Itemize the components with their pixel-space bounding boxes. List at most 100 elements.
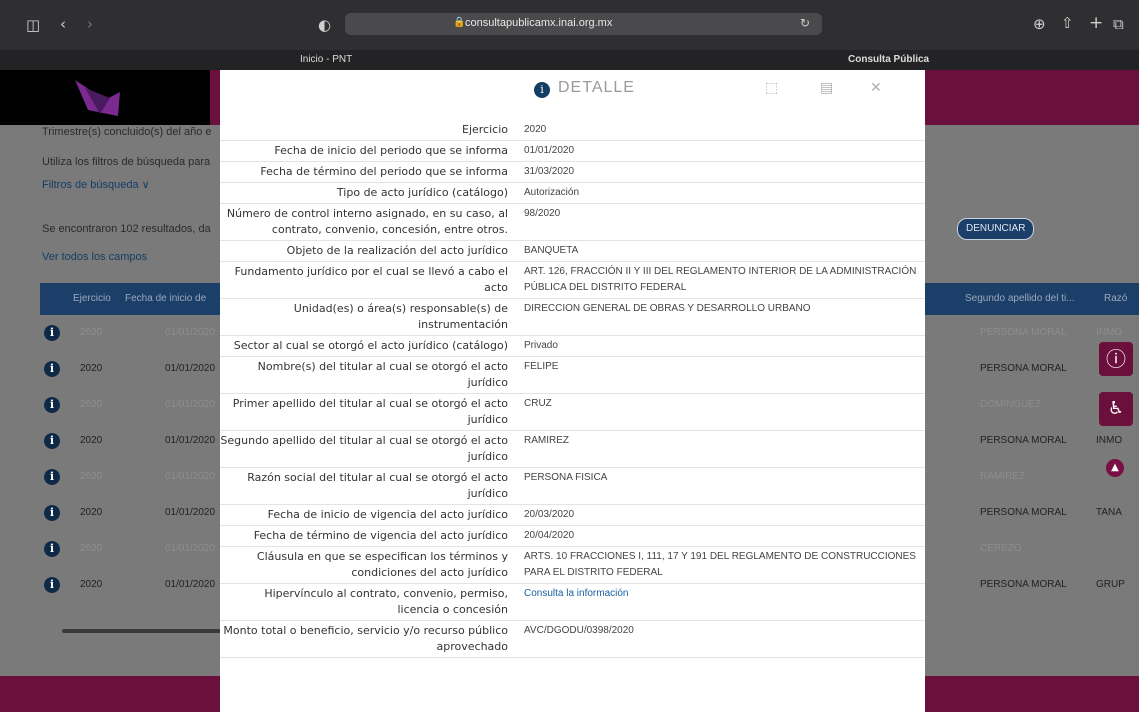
detail-row: Fecha de término del periodo que se info… — [220, 162, 925, 183]
accessibility-icon[interactable]: ♿ — [1099, 392, 1133, 426]
info-icon[interactable]: i — [44, 469, 60, 485]
field-value: AVC/DGODU/0398/2020 — [524, 625, 634, 636]
cell-segundo-apellido: PERSONA MORAL — [980, 507, 1067, 518]
field-label: Tipo de acto jurídico (catálogo) — [336, 186, 508, 199]
tab-consulta[interactable]: Consulta Pública — [848, 54, 929, 65]
cell-fecha: 01/01/2020 — [165, 579, 216, 590]
detail-row: Fundamento jurídico por el cual se llevó… — [220, 262, 925, 299]
field-label: Fecha de término de vigencia del acto ju… — [253, 529, 508, 542]
cell-ejercicio: 2020 — [80, 543, 103, 554]
detail-row: Fecha de término de vigencia del acto ju… — [220, 526, 925, 547]
detail-row: Nombre(s) del titular al cual se otorgó … — [220, 357, 925, 394]
field-label: Fecha de término del periodo que se info… — [260, 165, 508, 178]
results-text: Se encontraron 102 resultados, da — [42, 223, 211, 235]
info-icon[interactable]: i — [44, 361, 60, 377]
field-link[interactable]: Consulta la información — [516, 584, 925, 620]
cell-segundo-apellido: DOMINGUEZ — [980, 399, 1042, 410]
all-fields-link[interactable]: Ver todos los campos — [42, 251, 147, 263]
field-label: Fundamento jurídico por el cual se llevó… — [234, 265, 508, 294]
back-icon[interactable]: ‹ — [60, 17, 66, 32]
download-icon[interactable]: ⊕ — [1033, 17, 1046, 32]
tab-overview-icon[interactable]: ⧉ — [1113, 17, 1124, 32]
scroll-up-icon[interactable]: ▲ — [1106, 459, 1124, 477]
detail-row: Hipervínculo al contrato, convenio, perm… — [220, 584, 925, 621]
filters-link[interactable]: Filtros de búsqueda ∨ — [42, 178, 150, 191]
cell-ejercicio: 2020 — [80, 471, 103, 482]
field-value: FELIPE — [524, 361, 559, 372]
field-value: CRUZ — [524, 398, 552, 409]
field-value: ARTS. 10 FRACCIONES I, 111, 17 Y 191 DEL… — [524, 551, 916, 578]
denunciar-button[interactable]: DENUNCIAR — [957, 218, 1035, 240]
cell-razon: INMO — [1096, 435, 1123, 446]
cell-razon: INMO — [1096, 327, 1123, 338]
alert-icon[interactable]: ⓘ — [1099, 342, 1133, 376]
field-value: 2020 — [524, 124, 547, 135]
detail-row: Monto total o beneficio, servicio y/o re… — [220, 621, 925, 658]
detail-row: Sector al cual se otorgó el acto jurídic… — [220, 336, 925, 357]
field-value: PERSONA FISICA — [524, 472, 608, 483]
cell-segundo-apellido: PERSONA MORAL — [980, 579, 1067, 590]
print-icon[interactable]: ▤ — [820, 80, 833, 96]
close-icon[interactable]: ✕ — [870, 80, 882, 96]
site-logo — [0, 70, 210, 125]
cell-fecha: 01/01/2020 — [165, 363, 216, 374]
field-value: Privado — [524, 340, 558, 351]
privacy-icon[interactable]: ◐ — [318, 18, 331, 33]
new-tab-icon[interactable]: + — [1089, 15, 1103, 32]
sidebar-icon[interactable]: ◫ — [26, 18, 40, 33]
tab-bar: Inicio - PNT Consulta Pública — [0, 50, 1139, 70]
share-icon[interactable]: ⇧ — [1061, 16, 1074, 31]
field-value: ART. 126, FRACCIÓN II Y III DEL REGLAMEN… — [524, 266, 917, 293]
address-bar[interactable]: 🔒 consultapublicamx.inai.org.mx ↻ — [345, 13, 822, 35]
reload-icon[interactable]: ↻ — [800, 17, 810, 29]
cell-fecha: 01/01/2020 — [165, 471, 216, 482]
field-label: Primer apellido del titular al cual se o… — [232, 397, 508, 426]
info-icon[interactable]: i — [44, 397, 60, 413]
column-ejercicio[interactable]: Ejercicio — [73, 293, 111, 304]
info-icon[interactable]: i — [44, 505, 60, 521]
field-value: 20/03/2020 — [524, 509, 575, 520]
cell-razon: GRUP — [1096, 579, 1125, 590]
field-value: 31/03/2020 — [524, 166, 575, 177]
field-label: Razón social del titular al cual se otor… — [247, 471, 508, 500]
detail-row: Ejercicio 2020 — [220, 120, 925, 141]
field-label: Unidad(es) o área(s) responsable(s) de i… — [293, 302, 508, 331]
field-value: BANQUETA — [524, 245, 579, 256]
field-label: Fecha de inicio del periodo que se infor… — [274, 144, 508, 157]
field-label: Monto total o beneficio, servicio y/o re… — [223, 624, 508, 653]
cell-razon: TANA — [1096, 507, 1122, 518]
field-label: Ejercicio — [462, 123, 508, 136]
detail-row: Fecha de inicio de vigencia del acto jur… — [220, 505, 925, 526]
table-scrollbar[interactable] — [62, 629, 222, 633]
detail-row: Cláusula en que se especifican los térmi… — [220, 547, 925, 584]
column-fecha[interactable]: Fecha de inicio de — [125, 293, 206, 304]
info-icon[interactable]: i — [44, 541, 60, 557]
field-value: Autorización — [524, 187, 580, 198]
periodo-text: Trimestre(s) concluido(s) del año e — [42, 126, 212, 138]
detail-row: Número de control interno asignado, en s… — [220, 204, 925, 241]
column-razon[interactable]: Razó — [1104, 293, 1127, 304]
detail-row: Tipo de acto jurídico (catálogo) Autoriza… — [220, 183, 925, 204]
cell-ejercicio: 2020 — [80, 363, 103, 374]
cell-ejercicio: 2020 — [80, 327, 103, 338]
detail-row: Objeto de la realización del acto jurídi… — [220, 241, 925, 262]
info-icon[interactable]: i — [44, 325, 60, 341]
detail-row: Segundo apellido del titular al cual se … — [220, 431, 925, 468]
download-icon[interactable]: ⬚ — [765, 80, 778, 96]
cell-segundo-apellido: PERSONA MORAL — [980, 363, 1067, 374]
info-icon[interactable]: i — [44, 577, 60, 593]
field-label: Segundo apellido del titular al cual se … — [220, 434, 508, 463]
cell-fecha: 01/01/2020 — [165, 507, 216, 518]
field-label: Hipervínculo al contrato, convenio, perm… — [264, 587, 508, 616]
info-icon: i — [534, 82, 550, 98]
forward-icon[interactable]: › — [87, 17, 93, 32]
column-segundo-apellido[interactable]: Segundo apellido del ti... — [965, 293, 1075, 304]
cell-segundo-apellido: RAMIREZ — [980, 471, 1025, 482]
field-value: DIRECCION GENERAL DE OBRAS Y DESARROLLO … — [524, 303, 811, 314]
tab-inicio[interactable]: Inicio - PNT — [300, 54, 352, 65]
cell-ejercicio: 2020 — [80, 579, 103, 590]
info-icon[interactable]: i — [44, 433, 60, 449]
lock-icon: 🔒 — [453, 17, 466, 28]
field-label: Cláusula en que se especifican los térmi… — [256, 550, 508, 579]
cell-ejercicio: 2020 — [80, 399, 103, 410]
